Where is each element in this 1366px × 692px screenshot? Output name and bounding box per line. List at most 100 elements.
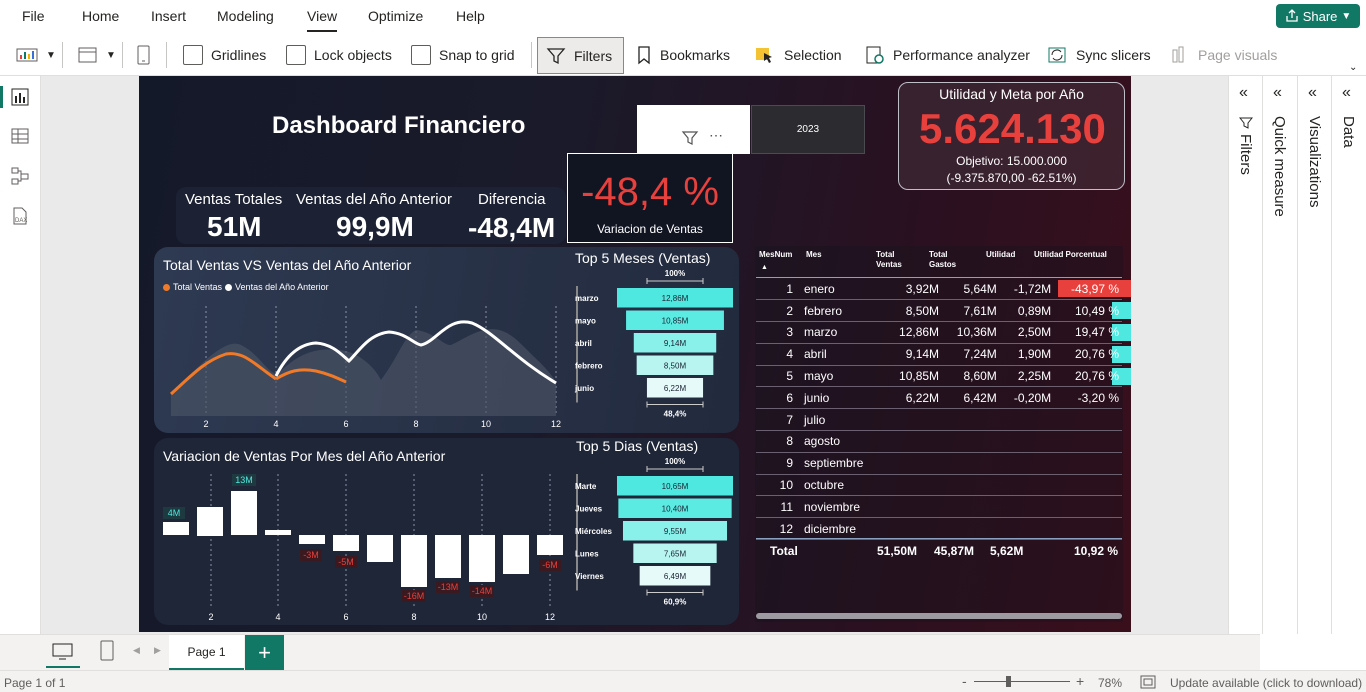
performance-analyzer-button[interactable]: Performance analyzer — [865, 40, 1030, 70]
prev-page-icon[interactable]: ◀ — [133, 645, 140, 656]
menu-modeling[interactable]: Modeling — [217, 8, 274, 24]
model-view-icon[interactable] — [10, 166, 30, 186]
waterfall-bar[interactable] — [231, 491, 257, 535]
page-view-button[interactable]: ▼ — [78, 40, 116, 70]
desktop-layout-icon[interactable] — [52, 642, 74, 662]
waterfall-bar[interactable] — [197, 507, 223, 536]
bookmarks-pane-button[interactable]: Bookmarks — [636, 40, 730, 70]
horizontal-scrollbar[interactable] — [756, 613, 1122, 619]
menu-optimize[interactable]: Optimize — [368, 8, 423, 24]
dax-query-icon[interactable]: DAX — [10, 206, 30, 226]
col-header-mes[interactable]: Mes — [806, 250, 822, 259]
more-options-icon[interactable]: ⋯ — [709, 127, 723, 144]
table-row[interactable]: 9 septiembre — [756, 452, 1122, 475]
menu-help[interactable]: Help — [456, 8, 485, 24]
waterfall-bar[interactable] — [435, 535, 461, 578]
table-row[interactable]: 5 mayo 10,85M 8,60M 2,25M 20,76 % — [756, 365, 1131, 388]
year-slicer-header[interactable]: ⋯ — [637, 105, 750, 154]
ribbon-collapse-icon[interactable]: ⌄ — [1349, 62, 1357, 73]
col-header-utilidad-porcentual[interactable]: Utilidad Porcentual — [1034, 250, 1107, 259]
quick-measure-pane-label: Quick measure — [1271, 116, 1288, 217]
card-ventas-anterior-value: 99,9M — [336, 211, 414, 242]
legend-total-ventas: Total Ventas — [173, 282, 223, 292]
table-row[interactable]: 10 octubre — [756, 474, 1122, 497]
expand-icon[interactable]: « — [1342, 84, 1351, 102]
sync-slicers-button[interactable]: Sync slicers — [1046, 40, 1151, 70]
expand-icon[interactable]: « — [1239, 84, 1248, 102]
col-header-total-ventas[interactable]: Total Ventas — [876, 250, 916, 270]
card-ventas-totales-label: Ventas Totales — [185, 191, 283, 208]
zoom-slider-thumb[interactable] — [1006, 676, 1011, 687]
table-row[interactable]: 3 marzo 12,86M 10,36M 2,50M 19,47 % — [756, 321, 1131, 344]
waterfall-bar[interactable] — [299, 535, 325, 544]
table-row[interactable]: 12 diciembre — [756, 517, 1122, 541]
table-row[interactable]: 7 julio — [756, 408, 1122, 432]
theme-button[interactable]: ▼ — [16, 40, 56, 70]
menu-insert[interactable]: Insert — [151, 8, 186, 24]
lock-objects-toggle[interactable]: Lock objects — [286, 40, 392, 70]
page-tab-1[interactable]: Page 1 — [169, 635, 244, 671]
waterfall-bar[interactable] — [503, 535, 529, 574]
day-funnel-label: Lunes — [575, 550, 599, 559]
mobile-layout-button[interactable] — [136, 40, 152, 70]
col-header-utilidad[interactable]: Utilidad — [986, 250, 1015, 259]
waterfall-bar[interactable] — [469, 535, 495, 582]
quick-measure-pane-collapsed[interactable]: « Quick measure — [1262, 76, 1296, 634]
year-slicer-value[interactable]: 2023 — [751, 105, 865, 154]
waterfall-bar[interactable] — [537, 535, 563, 555]
zoom-slider-track[interactable] — [974, 681, 1070, 682]
selection-pane-button[interactable]: Selection — [754, 40, 842, 70]
table-row[interactable]: 11 noviembre — [756, 495, 1122, 519]
funnel-bottom-percent: 48,4% — [664, 410, 687, 419]
gridlines-toggle[interactable]: Gridlines — [183, 40, 266, 70]
table-cell-u: 0,89M — [999, 299, 1055, 323]
col-header-total-gastos[interactable]: Total Gastos — [929, 250, 969, 270]
table-cell-u: 2,50M — [999, 321, 1055, 344]
card-diferencia-value: -48,4M — [468, 212, 556, 243]
visualizations-pane-collapsed[interactable]: « Visualizations — [1297, 76, 1331, 634]
col-header-mesnum[interactable]: MesNum — [759, 250, 792, 259]
table-view-icon[interactable] — [10, 126, 30, 146]
fit-to-page-icon[interactable] — [1140, 675, 1156, 689]
filters-pane-collapsed[interactable]: « Filters — [1228, 76, 1262, 634]
sort-asc-icon[interactable]: ▲ — [761, 264, 768, 271]
snap-to-grid-toggle[interactable]: Snap to grid — [411, 40, 515, 70]
table-row[interactable]: 2 febrero 8,50M 7,61M 0,89M 10,49 % — [756, 299, 1131, 323]
report-view-icon[interactable] — [10, 87, 30, 107]
waterfall-bar[interactable] — [401, 535, 427, 587]
lock-objects-checkbox[interactable] — [286, 45, 306, 65]
expand-icon[interactable]: « — [1273, 84, 1282, 102]
page-visuals-button[interactable]: Page visuals — [1170, 40, 1277, 70]
table-row[interactable]: 8 agosto — [756, 430, 1122, 453]
snap-to-grid-checkbox[interactable] — [411, 45, 431, 65]
table-row[interactable]: 4 abril 9,14M 7,24M 1,90M 20,76 % — [756, 343, 1131, 366]
menu-view[interactable]: View — [307, 8, 338, 32]
add-page-button[interactable]: + — [245, 635, 284, 671]
waterfall-bar[interactable] — [367, 535, 393, 562]
filter-icon[interactable] — [681, 129, 701, 147]
waterfall-bar[interactable] — [163, 522, 189, 535]
x-tick: 2 — [208, 612, 213, 622]
expand-icon[interactable]: « — [1308, 84, 1317, 102]
legend-ventas-anterior: Ventas del Año Anterior — [235, 282, 329, 292]
total-label: Total — [770, 544, 798, 558]
share-button[interactable]: Share ▼ — [1276, 4, 1360, 28]
waterfall-bar[interactable] — [333, 535, 359, 551]
line-chart-title: Total Ventas VS Ventas del Año Anterior — [163, 257, 412, 273]
zoom-out-button[interactable]: - — [962, 673, 967, 689]
table-row[interactable]: 6 junio 6,22M 6,42M -0,20M -3,20 % — [756, 386, 1122, 410]
data-pane-collapsed[interactable]: « Data — [1331, 76, 1366, 634]
waterfall-bar[interactable] — [265, 530, 291, 535]
filters-pane-button[interactable]: Filters — [537, 37, 624, 74]
x-tick: 8 — [411, 612, 416, 622]
menu-file[interactable]: File — [22, 8, 45, 24]
menu-home[interactable]: Home — [82, 8, 119, 24]
table-row[interactable]: 1 enero 3,92M 5,64M -1,72M -43,97 % — [756, 278, 1131, 301]
next-page-icon[interactable]: ▶ — [154, 645, 161, 656]
zoom-in-button[interactable]: + — [1076, 673, 1084, 689]
update-notice[interactable]: Update available (click to download) — [1170, 676, 1362, 690]
gridlines-checkbox[interactable] — [183, 45, 203, 65]
table-cell-v — [884, 495, 943, 519]
mobile-layout-icon[interactable] — [100, 640, 114, 662]
performance-icon — [866, 46, 884, 64]
